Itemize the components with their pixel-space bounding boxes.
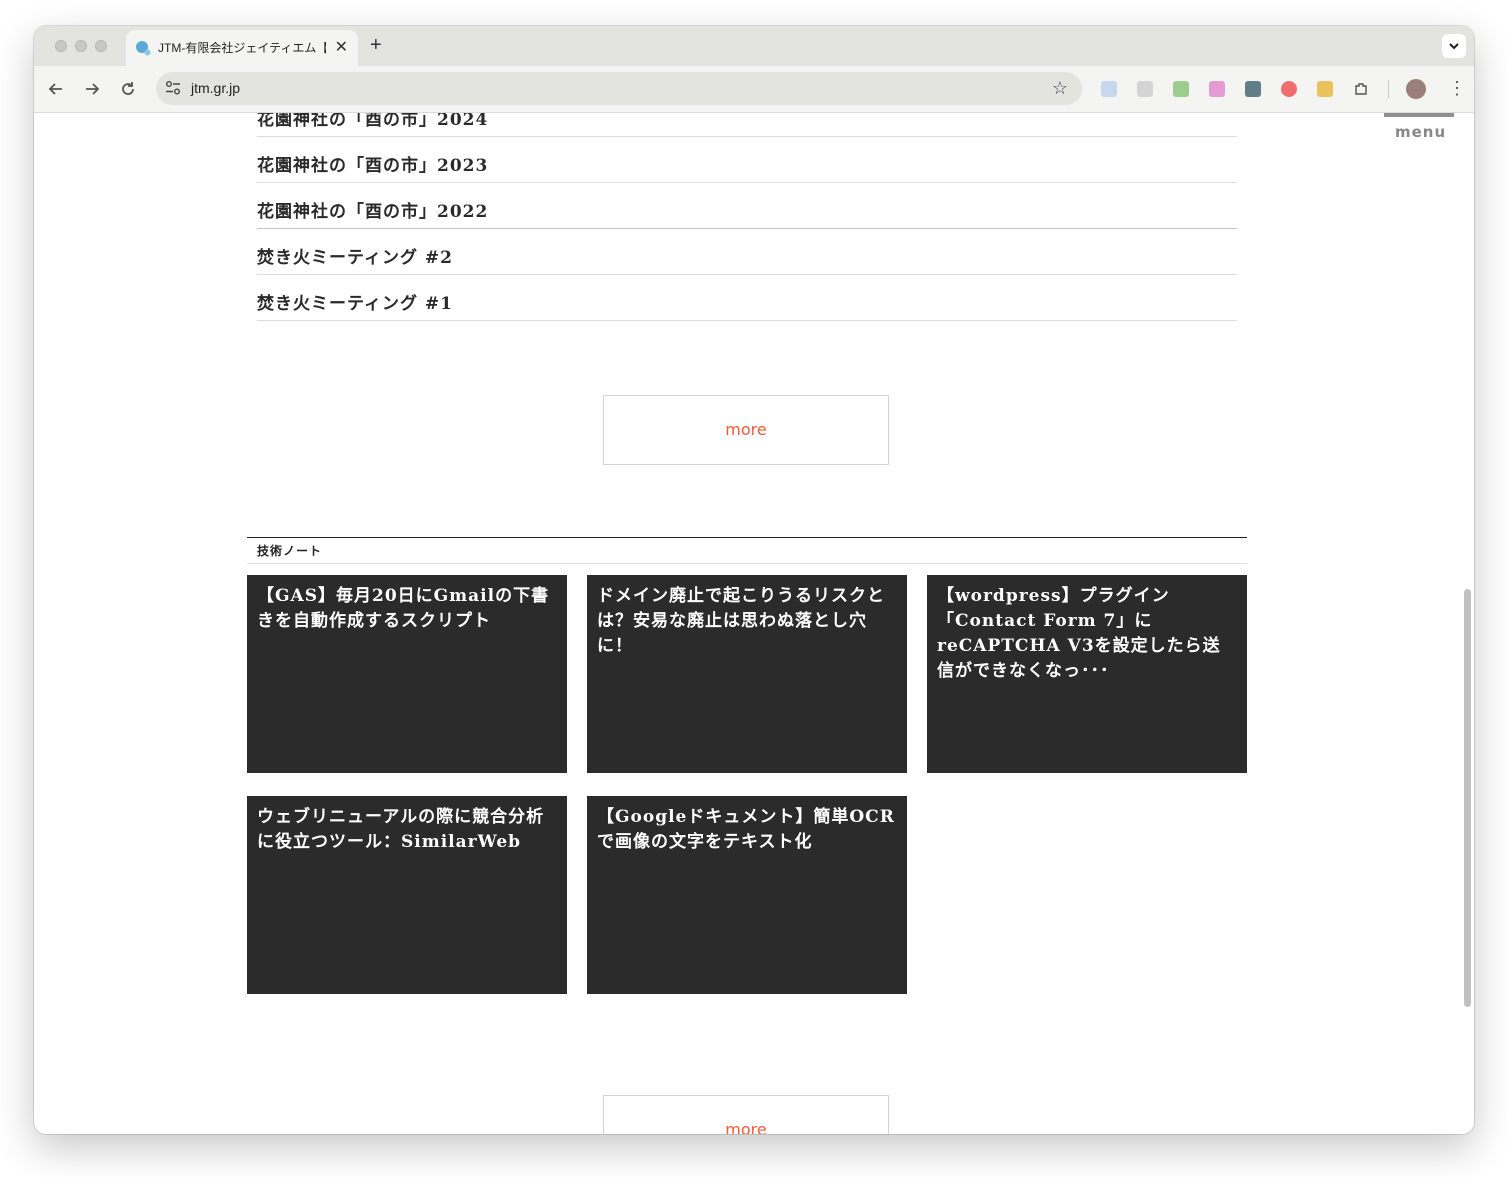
news-more-button[interactable]: more [603, 395, 889, 465]
back-arrow-icon[interactable] [45, 78, 67, 100]
news-item[interactable]: 焚き火ミーティング #2 [257, 229, 1237, 275]
extension-4-icon[interactable] [1209, 81, 1225, 97]
url-text[interactable]: jtm.gr.jp [191, 80, 240, 96]
news-item-title[interactable]: 花園神社の「酉の市」2023 [257, 137, 1237, 176]
bookmark-star-icon[interactable]: ☆ [1052, 78, 1068, 98]
news-item-title[interactable]: 焚き火ミーティング #1 [257, 275, 1237, 314]
news-item[interactable]: 花園神社の「酉の市」2022 [257, 183, 1237, 229]
tab-search-button[interactable] [1442, 34, 1466, 58]
tech-note-title[interactable]: 【Googleドキュメント】簡単OCRで画像の文字をテキスト化 [587, 796, 907, 855]
address-bar[interactable]: jtm.gr.jp ☆ [156, 72, 1082, 105]
tech-note-card[interactable]: ドメイン廃止で起こりうるリスクとは？安易な廃止は思わぬ落とし穴に！ [587, 575, 907, 773]
tech-note-title[interactable]: 【wordpress】プラグイン「Contact Form 7」にreCAPTC… [927, 575, 1247, 684]
browser-toolbar: jtm.gr.jp ☆ ⋮ [34, 66, 1474, 113]
profile-avatar[interactable] [1406, 79, 1426, 99]
news-item[interactable]: 焚き火ミーティング #1 [257, 275, 1237, 321]
reload-icon[interactable] [117, 78, 139, 100]
new-tab-button[interactable]: + [370, 34, 382, 57]
extension-1-icon[interactable] [1101, 81, 1117, 97]
site-settings-icon[interactable] [165, 80, 181, 96]
news-item-title[interactable]: 花園神社の「酉の市」2022 [257, 183, 1237, 222]
active-tab[interactable]: JTM-有限会社ジェイティエム【W ✕ [126, 30, 358, 66]
tech-note-card[interactable]: 【wordpress】プラグイン「Contact Form 7」にreCAPTC… [927, 575, 1247, 773]
window-zoom-dot[interactable] [95, 40, 107, 52]
extension-6-icon[interactable] [1281, 81, 1297, 97]
news-list: 花園神社の「酉の市」2024 花園神社の「酉の市」2023 花園神社の「酉の市」… [257, 113, 1237, 321]
toolbar-separator [1388, 80, 1389, 98]
tech-note-card[interactable]: 【Googleドキュメント】簡単OCRで画像の文字をテキスト化 [587, 796, 907, 994]
tech-more-button[interactable]: more [603, 1095, 889, 1134]
site-menu-button[interactable]: menu [1395, 123, 1446, 141]
news-item-title[interactable]: 焚き火ミーティング #2 [257, 229, 1237, 268]
tab-title: JTM-有限会社ジェイティエム【W [158, 41, 326, 55]
site-favicon-icon [136, 41, 151, 56]
page-scrollbar[interactable] [1460, 113, 1474, 1134]
menu-bar-decoration [1384, 113, 1454, 117]
browser-window: JTM-有限会社ジェイティエム【W ✕ + jtm.gr.jp ☆ ⋮ menu… [34, 26, 1474, 1134]
forward-arrow-icon[interactable] [81, 78, 103, 100]
page-viewport: menu 花園神社の「酉の市」2024 花園神社の「酉の市」2023 花園神社の… [34, 113, 1474, 1134]
tech-note-card[interactable]: 【GAS】毎月20日にGmailの下書きを自動作成するスクリプト [247, 575, 567, 773]
news-item[interactable]: 花園神社の「酉の市」2023 [257, 137, 1237, 183]
news-item[interactable]: 花園神社の「酉の市」2024 [257, 113, 1237, 137]
extension-2-icon[interactable] [1137, 81, 1153, 97]
extension-5-icon[interactable] [1245, 81, 1261, 97]
tab-bar: JTM-有限会社ジェイティエム【W ✕ + [34, 26, 1474, 66]
extension-3-icon[interactable] [1173, 81, 1189, 97]
section-divider [247, 537, 1247, 538]
extension-7-icon[interactable] [1317, 81, 1333, 97]
tech-note-card[interactable]: ウェブリニューアルの際に競合分析に役立つツール：SimilarWeb [247, 796, 567, 994]
tech-note-title[interactable]: ドメイン廃止で起こりうるリスクとは？安易な廃止は思わぬ落とし穴に！ [587, 575, 907, 659]
chevron-down-icon [1449, 43, 1459, 50]
browser-menu-icon[interactable]: ⋮ [1448, 78, 1466, 98]
window-minimize-dot[interactable] [75, 40, 87, 52]
extensions-puzzle-icon[interactable] [1353, 81, 1369, 97]
tech-note-title[interactable]: 【GAS】毎月20日にGmailの下書きを自動作成するスクリプト [247, 575, 567, 634]
window-close-dot[interactable] [55, 40, 67, 52]
section-underline [247, 563, 1247, 564]
tech-notes-heading: 技術ノート [257, 544, 323, 558]
news-item-title[interactable]: 花園神社の「酉の市」2024 [257, 113, 1237, 130]
tech-note-title[interactable]: ウェブリニューアルの際に競合分析に役立つツール：SimilarWeb [247, 796, 567, 855]
tab-close-icon[interactable]: ✕ [335, 37, 348, 57]
scrollbar-thumb[interactable] [1464, 589, 1471, 1007]
